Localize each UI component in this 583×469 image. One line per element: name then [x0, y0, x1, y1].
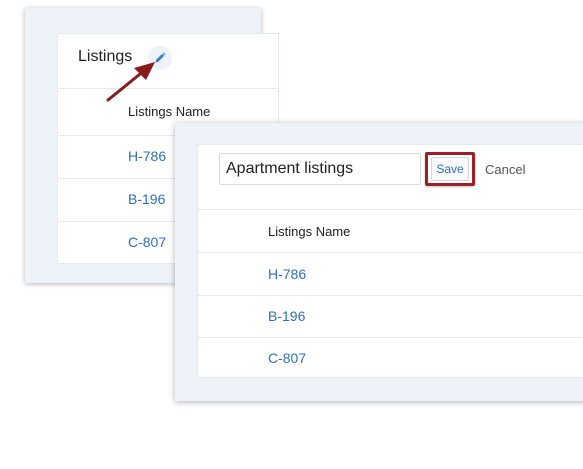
title-edit-row: Save Cancel: [198, 145, 583, 210]
save-button[interactable]: Save: [431, 157, 469, 181]
table-row: C-807: [198, 337, 583, 379]
listing-link[interactable]: B-196: [268, 308, 305, 324]
listing-link[interactable]: H-786: [128, 148, 166, 164]
title-row: Listings: [58, 34, 278, 89]
edit-title-button[interactable]: [148, 46, 172, 70]
listing-title-input[interactable]: [219, 153, 421, 185]
tutorial-screenshot: Listings Listings Name H-786 B-196 C-807: [0, 0, 583, 469]
listing-link[interactable]: H-786: [268, 266, 306, 282]
cancel-button[interactable]: Cancel: [485, 162, 525, 177]
pencil-icon: [155, 52, 166, 63]
listing-link[interactable]: C-807: [268, 350, 306, 366]
listing-link[interactable]: C-807: [128, 234, 166, 250]
listings-panel-edit-mode: Save Cancel Listings Name H-786 B-196 C-…: [175, 123, 583, 401]
table-row: H-786: [198, 253, 583, 296]
column-header-label: Listings Name: [128, 104, 211, 119]
listing-link[interactable]: B-196: [128, 191, 165, 207]
listings-card: Save Cancel Listings Name H-786 B-196 C-…: [197, 144, 583, 378]
column-header: Listings Name: [198, 210, 583, 253]
table-row: B-196: [198, 295, 583, 338]
listings-title: Listings: [78, 48, 133, 65]
column-header-label: Listings Name: [268, 224, 351, 239]
